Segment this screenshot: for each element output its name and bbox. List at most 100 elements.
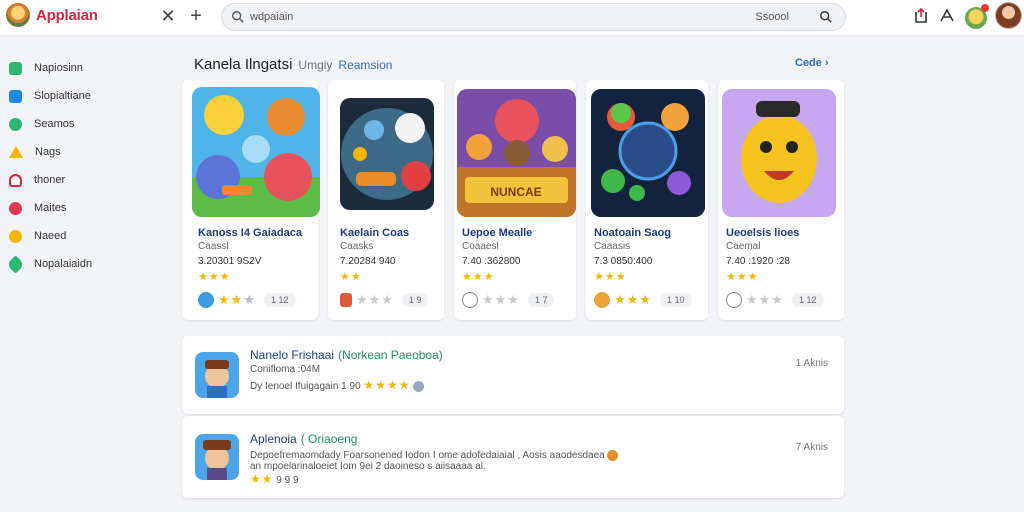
game-footer: ★★★ 1 7: [462, 292, 555, 308]
comment-icon: [726, 292, 742, 308]
list-item-tag: ( Oriaoeng: [300, 432, 358, 446]
info-icon: [413, 380, 425, 392]
game-title: Ueoelsis lioes: [726, 227, 800, 239]
sidebar-item-1[interactable]: Slopialtiane: [0, 84, 170, 108]
sidebar-item-label: Maites: [34, 202, 67, 214]
sidebar-item-6[interactable]: Naeed: [0, 224, 170, 248]
section-title: Kanela Ilngatsi Umgiy Reamsion: [194, 56, 392, 73]
list-item-tag: (Norkean Paeoboa): [338, 348, 443, 362]
cat-icon: [9, 173, 22, 187]
game-rating-stars: ★★★: [462, 271, 495, 283]
list-item-description: Dy Ienoel Ifuigagain 1 90: [250, 381, 361, 392]
rating-stars: ★★★: [356, 292, 394, 307]
section-subtitle-link[interactable]: Reamsion: [338, 58, 392, 72]
notification-badge: [981, 4, 989, 12]
game-card[interactable]: Noatoain Saog Caaasis 7.3 0850:400 ★★★ ★…: [586, 80, 708, 320]
sidebar-item-label: Seamos: [34, 118, 75, 130]
rating-stars: ★★★: [746, 292, 784, 307]
games-carousel: Kanoss I4 Gaiadaca Caassl 3.20301 9S2V ★…: [182, 80, 844, 320]
game-meta: 3.20301 9S2V: [198, 256, 262, 267]
app-title: Applaian: [36, 6, 98, 24]
sidebar-item-label: Naeed: [34, 230, 67, 242]
sidebar-item-0[interactable]: Napiosinn: [0, 56, 170, 80]
sidebar-item-label: Nags: [35, 146, 61, 158]
list-item-subtitle: Conifloma :04M: [250, 364, 321, 375]
game-category: Caemal: [726, 241, 761, 252]
search-icon: [232, 11, 244, 23]
game-badge: 1 12: [791, 293, 824, 307]
list-item[interactable]: Nanelo Frishaai (Norkean Paeoboa) Coniflo…: [182, 336, 844, 414]
game-card[interactable]: Kaelain Coas Caasks 7.20284 940 ★★ ★★★ 1…: [328, 80, 444, 320]
game-title: Noatoain Saog: [594, 227, 672, 239]
game-title: Kanoss I4 Gaiadaca: [198, 227, 302, 239]
game-rating-stars: ★★★: [198, 271, 231, 283]
game-card[interactable]: Ueoelsis lioes Caemal 7.40 :1920 :28 ★★★…: [718, 80, 844, 320]
comment-icon: [462, 292, 478, 308]
gift-icon: [9, 229, 22, 243]
sidebar-item-5[interactable]: Maites: [0, 196, 170, 220]
game-category: Caasks: [340, 241, 374, 252]
game-meta: 7.40 :362800: [462, 256, 521, 267]
upload-icon[interactable]: [911, 6, 931, 26]
close-icon[interactable]: ✕: [158, 6, 178, 26]
game-title: Kaelain Coas: [340, 227, 410, 239]
add-icon[interactable]: +: [186, 6, 206, 26]
list-item-description-2: an mpoelarinaloeiet Iom 9ei 2 daoineso s…: [250, 461, 486, 472]
game-badge: 1 10: [659, 293, 692, 307]
list-item-description: Depoefremaomdady Foarsonened Iodon I ome…: [250, 450, 605, 462]
rating-count: 9 9 9: [276, 475, 299, 486]
sidebar-item-4[interactable]: thoner: [0, 168, 170, 192]
list-item-title: Aplenoia( Oriaoeng: [250, 432, 357, 446]
grid-icon: [9, 61, 22, 75]
sidebar-item-label: Slopialtiane: [34, 90, 91, 102]
puzzle-icon[interactable]: [937, 6, 957, 26]
game-rating-stars: ★★★: [594, 271, 627, 283]
game-title: Uepoe Mealle: [462, 227, 533, 239]
list-item-rating-line: ★★ 9 9 9: [250, 472, 299, 486]
game-card[interactable]: NUNCAE Uepoe Mealle Coaaesl 7.40 :362800…: [454, 80, 576, 320]
game-card[interactable]: Kanoss I4 Gaiadaca Caassl 3.20301 9S2V ★…: [182, 80, 320, 320]
apps-icon: [9, 89, 22, 103]
puzzle-piece-icon: [340, 293, 352, 307]
user-avatar[interactable]: [995, 2, 1022, 29]
rating-stars: ★★★: [482, 292, 520, 307]
search-submit-icon[interactable]: [819, 10, 833, 24]
search-bar[interactable]: wdpaiain Ssoool: [221, 3, 846, 31]
sidebar-item-label: Nopalaiaidn: [34, 258, 93, 270]
rating-stars: ★★★: [614, 292, 652, 307]
list-item-meta: 1 Aknis: [795, 358, 828, 369]
game-rating-stars: ★★★: [726, 271, 759, 283]
list-item-name: Nanelo Frishaai: [250, 348, 335, 362]
sidebar-item-label: thoner: [34, 174, 66, 186]
app-icon: [195, 352, 239, 398]
game-meta: 7.3 0850:400: [594, 256, 653, 267]
bookmark-icon: [6, 254, 25, 274]
list-item[interactable]: Aplenoia( Oriaoeng Depoefremaomdady Foar…: [182, 416, 844, 498]
game-badge: 1 12: [263, 293, 296, 307]
sidebar-item-3[interactable]: Nags: [0, 140, 170, 164]
rating-stars: ★★★: [218, 292, 256, 307]
game-category: Coaaesl: [462, 241, 499, 252]
rating-stars: ★★★★: [363, 378, 411, 392]
game-footer: ★★★ 1 10: [594, 292, 692, 308]
search-scope-button[interactable]: Ssoool: [755, 11, 789, 23]
brand[interactable]: Applaian: [6, 3, 98, 27]
warning-icon: [9, 146, 23, 158]
see-more-label: Cede: [795, 57, 822, 69]
rating-stars: ★★: [250, 472, 274, 486]
emoji-icon: [607, 450, 619, 461]
sidebar-item-7[interactable]: Nopalaiaidn: [0, 252, 170, 276]
list-item-description-line: Depoefremaomdady Foarsonened Iodon I ome…: [250, 450, 619, 462]
list-item-title: Nanelo Frishaai (Norkean Paeoboa): [250, 348, 443, 362]
sidebar: Napiosinn Slopialtiane Seamos Nags thone…: [0, 56, 170, 280]
game-rating-stars: ★★: [340, 271, 362, 283]
globe-icon: [198, 292, 214, 308]
top-bar: Applaian ✕ + wdpaiain Ssoool: [0, 0, 1024, 36]
game-footer: ★★★ 1 12: [198, 292, 296, 308]
see-more-link[interactable]: Cede ›: [795, 57, 829, 69]
search-input[interactable]: wdpaiain: [250, 11, 293, 23]
list-item-meta: 7 Aknis: [795, 442, 828, 453]
sidebar-item-2[interactable]: Seamos: [0, 112, 170, 136]
game-footer: ★★★ 1 9: [340, 292, 429, 308]
app-icon: [195, 434, 239, 480]
